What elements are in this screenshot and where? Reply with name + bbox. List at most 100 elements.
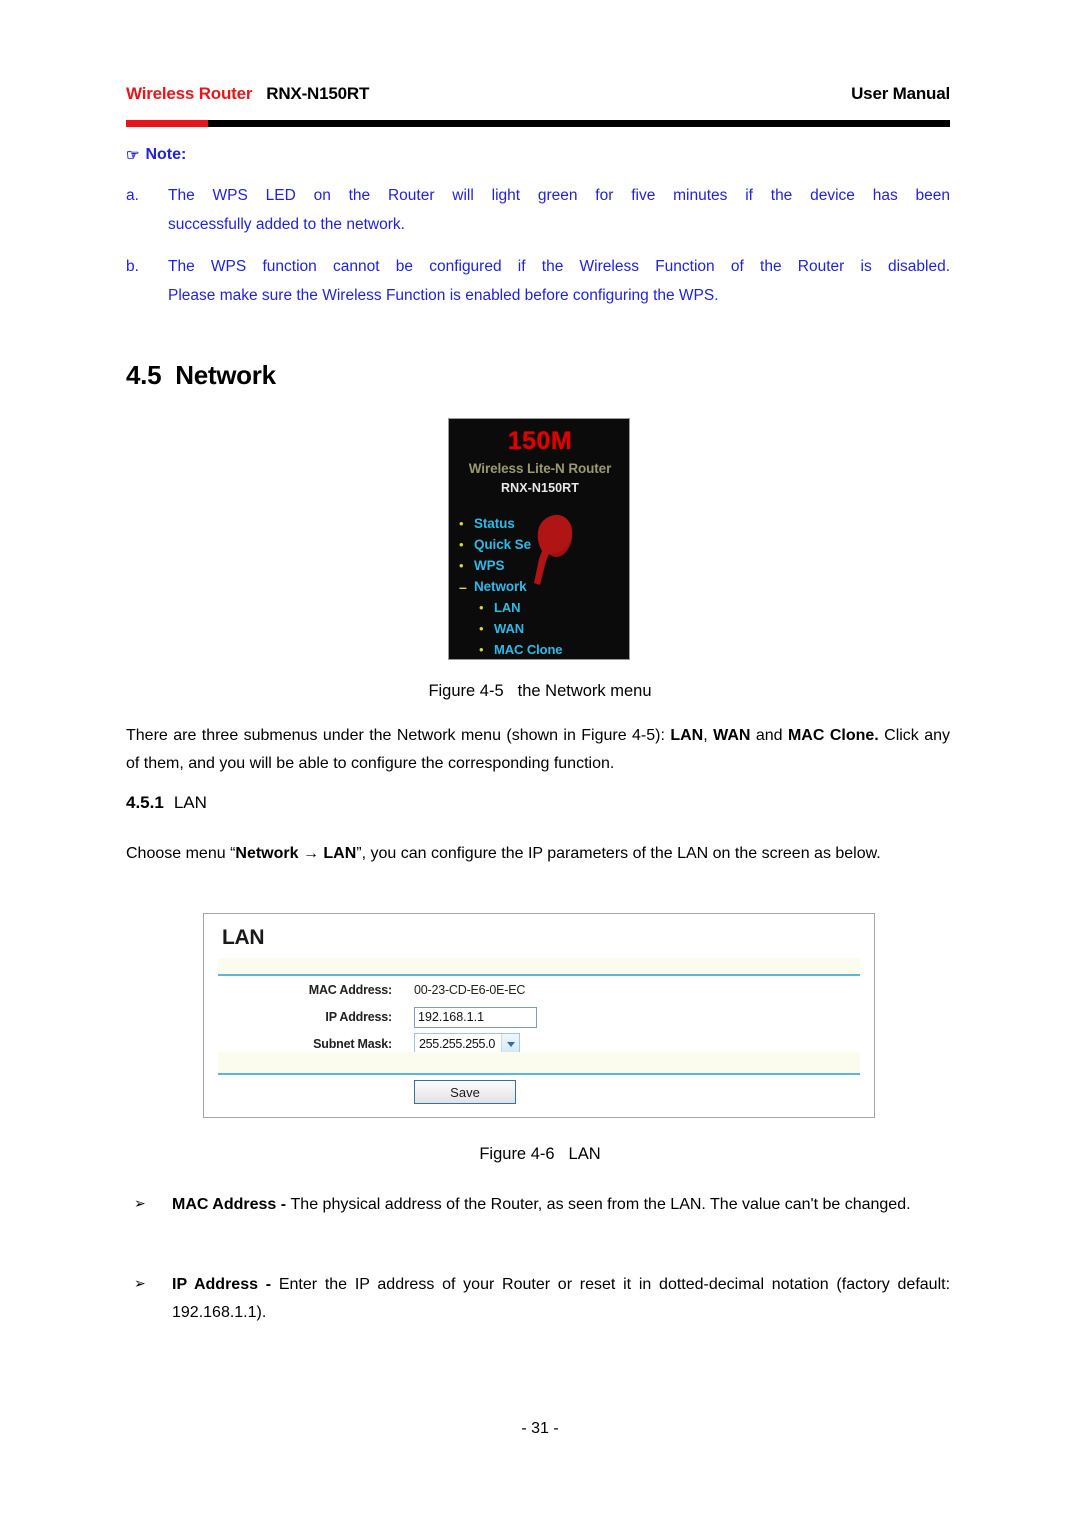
- header-brand: Wireless Router: [126, 84, 253, 103]
- figure-4-6-caption: Figure 4-6 LAN: [0, 1145, 1080, 1164]
- menu-item-quick-setup[interactable]: • Quick Se: [459, 534, 629, 555]
- pointing-hand-icon: ☞: [126, 146, 140, 164]
- menu-item-lan[interactable]: • LAN: [459, 597, 629, 618]
- figure-4-6-text: LAN: [568, 1145, 601, 1163]
- mac-address-label: MAC Address:: [308, 983, 392, 997]
- bullet-mac-address: ➢ MAC Address - The physical address of …: [126, 1191, 950, 1219]
- router-subtitle: Wireless Lite-N Router: [468, 461, 612, 476]
- menu-item-lan-label: LAN: [494, 600, 521, 615]
- menu-item-network[interactable]: – Network: [459, 576, 629, 597]
- lan-row-mac-address: MAC Address: 00-23-CD-E6-0E-EC: [218, 978, 860, 1002]
- header-divider: [126, 120, 950, 127]
- ip-address-input[interactable]: [414, 1006, 537, 1028]
- menu-item-wan-label: WAN: [494, 621, 525, 636]
- note-block: ☞ Note: a. The WPS LED on the Router wil…: [126, 146, 950, 325]
- note-item-b-marker: b.: [126, 258, 139, 276]
- lan-panel-band-bottom: [218, 1052, 860, 1073]
- bullet-ip-address-dash: -: [258, 1276, 279, 1293]
- paragraph-submenus: There are three submenus under the Netwo…: [126, 722, 950, 778]
- arrow-bullet-icon: ➢: [134, 1275, 146, 1291]
- lan-panel-rule-top: [218, 974, 860, 976]
- router-menu-screenshot: 150M Wireless Lite-N Router RNX-N150RT •…: [448, 418, 630, 660]
- note-item-b-line2: Please make sure the Wireless Function i…: [168, 287, 719, 305]
- bullet-ip-address-desc: Enter the IP address of your Router or r…: [172, 1276, 951, 1321]
- para1-part2: ,: [703, 727, 714, 744]
- bullet-ip-address: ➢ IP Address - Enter the IP address of y…: [126, 1271, 950, 1327]
- bullet-icon: •: [479, 621, 484, 636]
- note-item-a-line1: The WPS LED on the Router will light gre…: [168, 187, 950, 204]
- bullet-mac-address-text: MAC Address - The physical address of th…: [172, 1191, 950, 1219]
- page-footer: - 31 -: [521, 1420, 559, 1437]
- menu-item-wps-label: WPS: [474, 558, 505, 573]
- bullet-mac-address-dash: -: [276, 1196, 291, 1213]
- para1-bold-wan: WAN: [713, 727, 751, 744]
- menu-item-quick-setup-label: Quick Se: [474, 537, 531, 552]
- document-page: Wireless Router RNX-N150RT User Manual ☞…: [0, 0, 1080, 1527]
- para1-bold-mac-clone: MAC Clone.: [787, 727, 879, 744]
- section-number: 4.5: [126, 360, 162, 390]
- page-header: Wireless Router RNX-N150RT User Manual: [126, 84, 950, 118]
- note-item-b-line1: The WPS function cannot be configured if…: [168, 258, 950, 276]
- menu-item-network-label: Network: [474, 579, 527, 594]
- subsection-number: 4.5.1: [126, 793, 164, 812]
- header-doc-type: User Manual: [851, 84, 950, 103]
- lan-panel-band-top: [218, 958, 860, 974]
- para1-part1: There are three submenus under the Netwo…: [126, 727, 671, 744]
- bullet-mac-address-desc: The physical address of the Router, as s…: [290, 1196, 911, 1213]
- section-heading: 4.5 Network: [126, 360, 276, 391]
- figure-4-5-label: Figure 4-5: [428, 682, 504, 700]
- bullet-icon: •: [459, 537, 464, 552]
- note-item-a-line2: successfully added to the network.: [168, 215, 405, 233]
- lan-row-ip-address: IP Address:: [218, 1005, 860, 1029]
- para2-part2: ”, you can configure the IP parameters o…: [356, 845, 881, 862]
- para2-bold-path: Network → LAN: [235, 845, 357, 862]
- router-model-label: RNX-N150RT: [500, 481, 580, 495]
- arrow-bullet-icon: ➢: [134, 1195, 146, 1211]
- router-menu-list: • Status • Quick Se • WPS – Network • LA…: [459, 513, 629, 659]
- lan-form-rows: MAC Address: 00-23-CD-E6-0E-EC IP Addres…: [218, 978, 860, 1059]
- mac-address-value: 00-23-CD-E6-0E-EC: [414, 983, 526, 997]
- lan-save-wrapper: Save: [414, 1080, 516, 1104]
- paragraph-choose-menu: Choose menu “Network → LAN”, you can con…: [126, 840, 950, 868]
- subnet-mask-value: 255.255.255.0: [419, 1037, 496, 1051]
- menu-item-wps[interactable]: • WPS: [459, 555, 629, 576]
- lan-panel-inner: LAN MAC Address: 00-23-CD-E6-0E-EC IP Ad…: [218, 914, 860, 1117]
- header-divider-accent: [126, 120, 208, 127]
- collapse-dash-icon: –: [459, 578, 467, 595]
- subsection-title: LAN: [173, 793, 207, 812]
- bullet-icon: •: [479, 600, 484, 615]
- menu-item-status-label: Status: [474, 516, 515, 531]
- bullet-mac-address-term: MAC Address: [172, 1196, 277, 1213]
- lan-panel-title: LAN: [222, 926, 265, 949]
- ip-address-label: IP Address:: [325, 1010, 392, 1024]
- note-item-b-text: The WPS function cannot be configured if…: [168, 253, 950, 310]
- figure-4-6-label: Figure 4-6: [479, 1145, 555, 1163]
- figure-4-5-caption: Figure 4-5 the Network menu: [0, 682, 1080, 701]
- subnet-mask-label: Subnet Mask:: [313, 1037, 392, 1051]
- para2-part1: Choose menu “: [126, 845, 236, 862]
- bullet-icon: •: [459, 558, 464, 573]
- note-item-a-marker: a.: [126, 187, 139, 204]
- note-title: ☞ Note:: [126, 146, 950, 164]
- para1-bold-lan: LAN: [670, 727, 704, 744]
- figure-4-5-text: the Network menu: [517, 682, 652, 700]
- note-item-a: a. The WPS LED on the Router will light …: [126, 182, 950, 239]
- lan-config-screenshot: LAN MAC Address: 00-23-CD-E6-0E-EC IP Ad…: [203, 913, 875, 1118]
- note-item-b: b. The WPS function cannot be configured…: [126, 253, 950, 310]
- bullet-icon: •: [479, 642, 484, 657]
- menu-item-mac-clone-label: MAC Clone: [494, 642, 563, 657]
- section-title: Network: [175, 360, 276, 390]
- save-button[interactable]: Save: [414, 1080, 516, 1104]
- bullet-ip-address-term: IP Address: [172, 1276, 259, 1293]
- note-title-label: Note:: [145, 146, 187, 163]
- menu-item-mac-clone[interactable]: • MAC Clone: [459, 639, 629, 659]
- note-item-a-text: The WPS LED on the Router will light gre…: [168, 182, 950, 239]
- header-left-group: Wireless Router RNX-N150RT: [126, 84, 369, 104]
- bullet-icon: •: [459, 516, 464, 531]
- menu-item-status[interactable]: • Status: [459, 513, 629, 534]
- bullet-ip-address-text: IP Address - Enter the IP address of you…: [172, 1271, 950, 1327]
- lan-panel-rule-bottom: [218, 1073, 860, 1075]
- header-model: RNX-N150RT: [266, 84, 370, 103]
- menu-item-wan[interactable]: • WAN: [459, 618, 629, 639]
- para1-part3: and: [750, 727, 788, 744]
